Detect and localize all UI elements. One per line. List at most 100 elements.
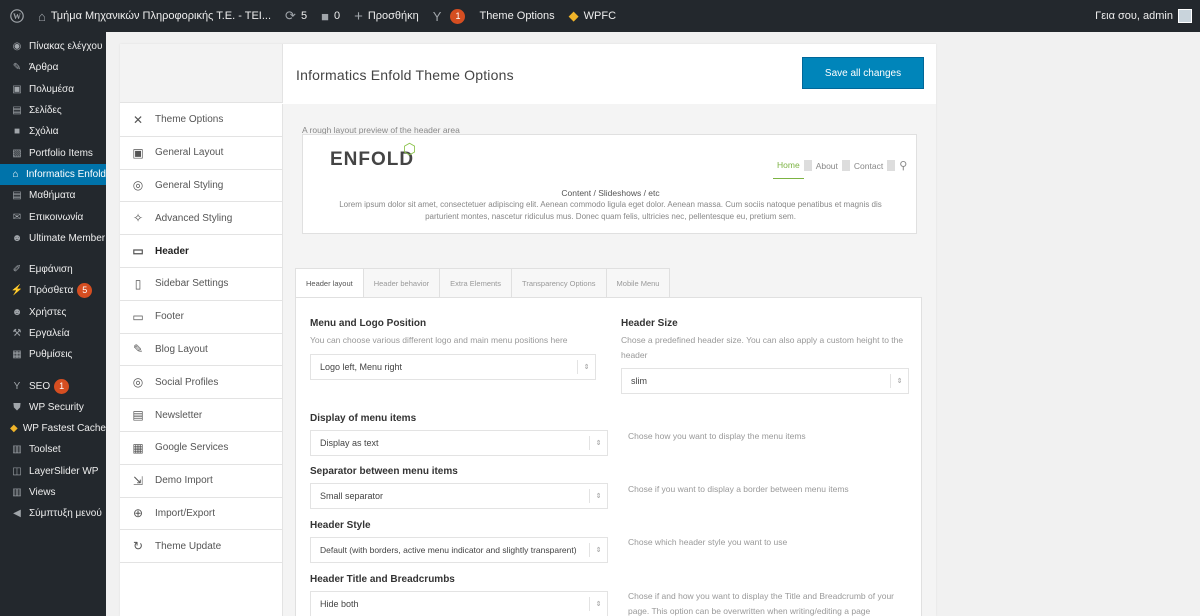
- yoast-icon: Y: [432, 8, 442, 24]
- theme-options-panel: Informatics Enfold Theme Options Save al…: [120, 44, 936, 616]
- options-nav-item-4[interactable]: ▭ Header: [120, 235, 282, 268]
- options-nav-item-2[interactable]: ◎ General Styling: [120, 170, 282, 203]
- sidebar-item-10[interactable]: ✐ Εμφάνιση: [0, 259, 106, 280]
- header-tabs: Header layout Header behavior Extra Elem…: [295, 268, 671, 298]
- comment-icon: ■: [13, 126, 21, 138]
- header-icon: ▭: [132, 244, 144, 259]
- updates-count: 5: [300, 10, 308, 22]
- sidebar-item-12[interactable]: ☻ Χρήστες: [0, 302, 106, 323]
- options-nav-label: Footer: [155, 311, 184, 323]
- tab-mobile-menu[interactable]: Mobile Menu: [605, 268, 671, 298]
- sidebar-item-19[interactable]: ◫ LayerSlider WP: [0, 461, 106, 482]
- theme-options-label: Theme Options: [479, 10, 555, 22]
- options-nav-item-11[interactable]: ⇲ Demo Import: [120, 465, 282, 498]
- sidebar-item-5[interactable]: ▧ Portfolio Items: [0, 142, 106, 163]
- magic-wand-icon: ✧: [132, 211, 144, 226]
- options-nav-label: Import/Export: [155, 507, 216, 519]
- sidebar-item-3[interactable]: ▤ Σελίδες: [0, 100, 106, 121]
- layout-icon: ▣: [132, 145, 144, 160]
- theme-options-link[interactable]: Theme Options: [472, 0, 561, 32]
- sidebar-item-2[interactable]: ▣ Πολυμέσα: [0, 79, 106, 100]
- options-nav-item-7[interactable]: ✎ Blog Layout: [120, 334, 282, 367]
- sidebar-item-9[interactable]: ☻ Ultimate Member: [0, 228, 106, 249]
- separator-select[interactable]: Small separator ⇕: [310, 483, 608, 509]
- sidebar-item-13[interactable]: ⚒ Εργαλεία: [0, 323, 106, 344]
- sidebar-item-15[interactable]: Y SEO 1: [0, 375, 106, 396]
- sidebar-item-4[interactable]: ■ Σχόλια: [0, 121, 106, 142]
- sidebar-item-0[interactable]: ◉ Πίνακας ελέγχου: [0, 36, 106, 57]
- collapse-icon: ◀: [13, 508, 21, 520]
- import-icon: ⇲: [132, 473, 144, 488]
- options-nav-item-8[interactable]: ◎ Social Profiles: [120, 366, 282, 400]
- save-all-changes-button[interactable]: Save all changes: [802, 57, 924, 89]
- title-breadcrumbs-select[interactable]: Hide both ⇕: [310, 591, 608, 616]
- user-icon: ☻: [11, 306, 23, 318]
- options-nav-item-13[interactable]: ↻ Theme Update: [120, 530, 282, 564]
- separator-desc: Chose if you want to display a border be…: [628, 484, 849, 494]
- options-nav-item-10[interactable]: ▦ Google Services: [120, 432, 282, 465]
- updates-icon: ⟳: [285, 8, 296, 23]
- sidebar-item-20[interactable]: ▥ Views: [0, 482, 106, 503]
- page-icon: ▤: [12, 190, 22, 202]
- tab-extra-elements[interactable]: Extra Elements: [439, 268, 512, 298]
- comments-link[interactable]: ■ 0: [314, 0, 347, 32]
- sidebar-item-14[interactable]: ▦ Ρυθμίσεις: [0, 344, 106, 365]
- sidebar-item-18[interactable]: ▥ Toolset: [0, 439, 106, 460]
- header-style-select[interactable]: Default (with borders, active menu indic…: [310, 537, 608, 563]
- cheetah-icon: ◆: [568, 8, 579, 23]
- tab-transparency-options[interactable]: Transparency Options: [511, 268, 606, 298]
- sidebar-item-7[interactable]: ▤ Μαθήματα: [0, 185, 106, 206]
- header-size-select[interactable]: slim ⇕: [621, 368, 909, 394]
- sidebar-item-11[interactable]: ⚡ Πρόσθετα 5: [0, 280, 106, 301]
- wordpress-logo-icon[interactable]: W: [0, 0, 31, 32]
- wrench-icon: ⚒: [12, 328, 22, 339]
- wpfc-link[interactable]: ◆ WPFC: [562, 0, 623, 32]
- options-nav-item-9[interactable]: ▤ Newsletter: [120, 399, 282, 432]
- home-icon: ⌂: [12, 168, 19, 180]
- options-nav-item-6[interactable]: ▭ Footer: [120, 301, 282, 334]
- toolset-icon: ▥: [12, 444, 22, 456]
- settings-icon: ▦: [12, 349, 22, 361]
- menu-logo-select[interactable]: Logo left, Menu right ⇕: [310, 354, 596, 380]
- sidebar-item-21[interactable]: ◀ Σύμπτυξη μενού: [0, 503, 106, 524]
- sidebar-item-label: Ρυθμίσεις: [29, 349, 73, 361]
- sidebar-item-1[interactable]: ✎ Άρθρα: [0, 57, 106, 78]
- tab-header-behavior[interactable]: Header behavior: [362, 268, 440, 298]
- menu-logo-desc: You can choose various different logo an…: [310, 335, 568, 345]
- footer-icon: ▭: [132, 309, 144, 324]
- yoast-link[interactable]: Y 1: [426, 0, 473, 32]
- menu-items-select[interactable]: Display as text ⇕: [310, 430, 608, 456]
- updates-link[interactable]: ⟳ 5: [278, 0, 314, 32]
- sidebar-item-label: LayerSlider WP: [29, 465, 99, 477]
- shield-icon: ⛊: [13, 401, 21, 413]
- cheetah-icon: ◆: [10, 423, 18, 435]
- options-nav-item-12[interactable]: ⊕ Import/Export: [120, 498, 282, 531]
- menu-items-desc: Chose how you want to display the menu i…: [628, 431, 806, 441]
- layers-icon: ◫: [12, 465, 22, 477]
- separator-value: Small separator: [320, 491, 384, 501]
- new-content-link[interactable]: + Προσθήκη: [347, 0, 426, 32]
- plus-icon: +: [354, 7, 363, 25]
- options-nav-item-0[interactable]: ✕ Theme Options: [120, 104, 282, 137]
- options-nav-label: Advanced Styling: [155, 212, 233, 224]
- site-name-label: Τμήμα Μηχανικών Πληροφορικής Τ.Ε. - ΤΕΙ.…: [50, 10, 272, 22]
- menu-separator: [803, 160, 812, 171]
- options-nav-item-1[interactable]: ▣ General Layout: [120, 137, 282, 170]
- sidebar-item-6[interactable]: ⌂ Informatics Enfold: [0, 163, 106, 186]
- yoast-icon: Y: [13, 380, 21, 392]
- sidebar-item-8[interactable]: ✉ Επικοινωνία: [0, 206, 106, 227]
- sidebar-item-17[interactable]: ◆ WP Fastest Cache: [0, 418, 106, 439]
- header-size-title: Header Size: [621, 318, 678, 329]
- options-nav-item-3[interactable]: ✧ Advanced Styling: [120, 202, 282, 236]
- options-nav-label: Newsletter: [155, 409, 203, 421]
- options-nav-item-5[interactable]: ▯ Sidebar Settings: [120, 268, 282, 301]
- tab-header-layout[interactable]: Header layout: [295, 268, 363, 298]
- options-nav: ✕ Theme Options ▣ General Layout ◎ General St…: [120, 104, 283, 616]
- sidebar-item-16[interactable]: ⛊ WP Security: [0, 397, 106, 418]
- select-arrows-icon: ⇕: [589, 436, 607, 450]
- menu-separator: [841, 160, 850, 171]
- my-account-link[interactable]: Γεια σου, admin: [1095, 9, 1200, 23]
- sidebar-item-label: Toolset: [29, 444, 61, 456]
- site-name-link[interactable]: ⌂ Τμήμα Μηχανικών Πληροφορικής Τ.Ε. - ΤΕ…: [31, 0, 278, 32]
- sidebar-item-label: Πολυμέσα: [29, 83, 74, 95]
